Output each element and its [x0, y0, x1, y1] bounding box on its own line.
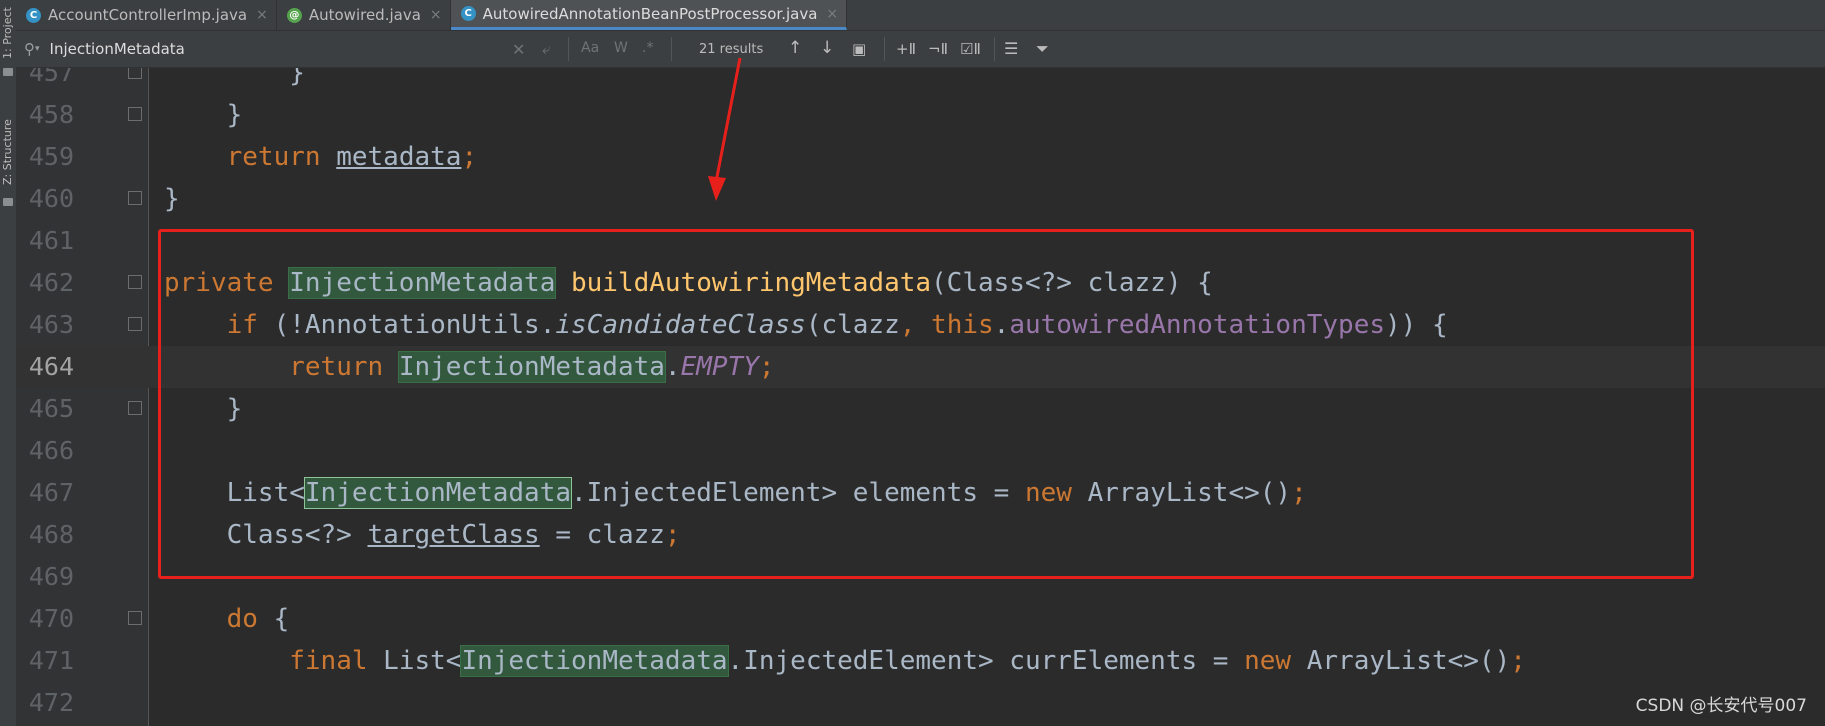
- results-count: 21 results: [699, 42, 764, 57]
- next-occurrence-icon[interactable]: ↓: [820, 38, 834, 58]
- line-number: 462: [28, 268, 74, 297]
- code-line[interactable]: 463 if (!AnnotationUtils.isCandidateClas…: [16, 304, 1825, 346]
- line-number: 458: [28, 100, 74, 129]
- code-line[interactable]: 469: [16, 556, 1825, 598]
- tab-label: AccountControllerImp.java: [48, 6, 248, 24]
- divider: [671, 37, 672, 61]
- add-occurrence-icon[interactable]: +Ⅱ: [896, 40, 916, 58]
- code-line[interactable]: 467 List<InjectionMetadata.InjectedEleme…: [16, 472, 1825, 514]
- code-text: return InjectionMetadata.EMPTY;: [289, 351, 775, 383]
- line-number: 472: [28, 688, 74, 717]
- code-line[interactable]: 471 final List<InjectionMetadata.Injecte…: [16, 640, 1825, 682]
- regex-toggle[interactable]: .*: [642, 40, 653, 56]
- editor-tab-bar: C AccountControllerImp.java × @ Autowire…: [16, 0, 1825, 31]
- java-class-icon: C: [26, 7, 41, 23]
- divider: [994, 37, 995, 61]
- line-number: 457: [28, 68, 74, 87]
- fold-marker-icon[interactable]: [128, 317, 142, 331]
- line-number: 460: [28, 184, 74, 213]
- fold-marker-icon[interactable]: [128, 68, 142, 79]
- fold-marker-icon[interactable]: [128, 611, 142, 625]
- find-bar: ⚲ ▾ InjectionMetadata ✕ ⤶ Aa W .* 21 res…: [16, 31, 1825, 68]
- code-text: if (!AnnotationUtils.isCandidateClass(cl…: [226, 310, 1448, 340]
- code-text: return metadata;: [226, 142, 478, 172]
- code-text: Class<?> targetClass = clazz;: [164, 520, 681, 550]
- code-text: final List<InjectionMetadata.InjectedEle…: [289, 645, 1526, 677]
- project-tool-button[interactable]: 1: Project: [0, 2, 16, 64]
- code-text: }: [164, 68, 305, 88]
- line-number: 465: [28, 394, 74, 423]
- line-number: 471: [28, 646, 74, 675]
- line-number: 467: [28, 478, 74, 507]
- match-case-toggle[interactable]: Aa: [581, 40, 599, 56]
- code-line[interactable]: 460 }: [16, 178, 1825, 220]
- structure-icon: [3, 198, 13, 206]
- divider: [884, 37, 885, 61]
- folder-icon: [3, 68, 13, 76]
- close-icon[interactable]: ×: [826, 6, 838, 22]
- code-line[interactable]: 461: [16, 220, 1825, 262]
- annotation-icon: @: [286, 7, 302, 23]
- code-line[interactable]: 470 do {: [16, 598, 1825, 640]
- search-input[interactable]: ⚲ ▾ InjectionMetadata ✕ ⤶: [16, 31, 566, 67]
- close-icon[interactable]: ×: [256, 7, 268, 23]
- fold-marker-icon[interactable]: [128, 107, 142, 121]
- code-line[interactable]: 457 }: [16, 68, 1825, 94]
- line-number: 470: [28, 604, 74, 633]
- line-number: 463: [28, 310, 74, 339]
- remove-occurrence-icon[interactable]: ¬Ⅱ: [928, 40, 948, 58]
- line-number: 459: [28, 142, 74, 171]
- divider: [568, 37, 569, 61]
- code-text: private InjectionMetadata buildAutowirin…: [164, 267, 1213, 299]
- tool-window-strip: 1: Project Z: Structure: [0, 0, 17, 726]
- code-line[interactable]: 466: [16, 430, 1825, 472]
- code-line[interactable]: 465 }: [16, 388, 1825, 430]
- line-number: 466: [28, 436, 74, 465]
- code-text: }: [164, 184, 180, 214]
- code-text: List<InjectionMetadata.InjectedElement> …: [164, 477, 1307, 509]
- select-all-occurrences-icon[interactable]: ▣: [852, 40, 866, 58]
- fold-marker-icon[interactable]: [128, 275, 142, 289]
- code-text: }: [164, 100, 243, 130]
- tab-account-controller-imp[interactable]: C AccountControllerImp.java ×: [16, 0, 277, 30]
- search-history-icon[interactable]: ▾: [35, 44, 40, 54]
- previous-occurrence-icon[interactable]: ↑: [788, 38, 802, 58]
- line-number: 469: [28, 562, 74, 591]
- clear-icon[interactable]: ✕: [512, 40, 525, 59]
- line-number: 464: [28, 352, 74, 381]
- fold-marker-icon[interactable]: [128, 401, 142, 415]
- code-text: }: [164, 394, 243, 424]
- filter-lines-icon[interactable]: ☰: [1004, 39, 1018, 58]
- code-line[interactable]: 468 Class<?> targetClass = clazz;: [16, 514, 1825, 556]
- line-number: 468: [28, 520, 74, 549]
- tab-label: AutowiredAnnotationBeanPostProcessor.jav…: [482, 4, 818, 23]
- java-class-icon: C: [460, 6, 476, 21]
- select-all-matches-icon[interactable]: ☑Ⅱ: [960, 40, 981, 58]
- new-line-icon[interactable]: ⤶: [542, 40, 550, 58]
- search-icon[interactable]: ⚲: [24, 40, 35, 58]
- code-line[interactable]: 458 }: [16, 94, 1825, 136]
- fold-marker-icon[interactable]: [128, 191, 142, 205]
- tab-autowired-annotation-bean-post-processor[interactable]: C AutowiredAnnotationBeanPostProcessor.j…: [450, 0, 848, 30]
- watermark: CSDN @长安代号007: [1635, 696, 1807, 716]
- search-query[interactable]: InjectionMetadata: [50, 40, 185, 58]
- current-code-line[interactable]: 464 return InjectionMetadata.EMPTY;: [16, 346, 1825, 388]
- code-line[interactable]: 472: [16, 682, 1825, 724]
- code-line[interactable]: 459 return metadata;: [16, 136, 1825, 178]
- code-line[interactable]: 462 private InjectionMetadata buildAutow…: [16, 262, 1825, 304]
- structure-tool-button[interactable]: Z: Structure: [0, 112, 16, 192]
- tab-label: Autowired.java: [308, 6, 421, 24]
- line-number: 461: [28, 226, 74, 255]
- code-text: do {: [226, 604, 290, 634]
- tab-autowired[interactable]: @ Autowired.java ×: [277, 0, 451, 30]
- close-icon[interactable]: ×: [430, 7, 442, 23]
- code-editor[interactable]: 457 } 458 } 459 return metadata; 460 } 4…: [16, 68, 1825, 726]
- filter-icon[interactable]: ⏷: [1036, 39, 1049, 59]
- whole-words-toggle[interactable]: W: [614, 40, 628, 56]
